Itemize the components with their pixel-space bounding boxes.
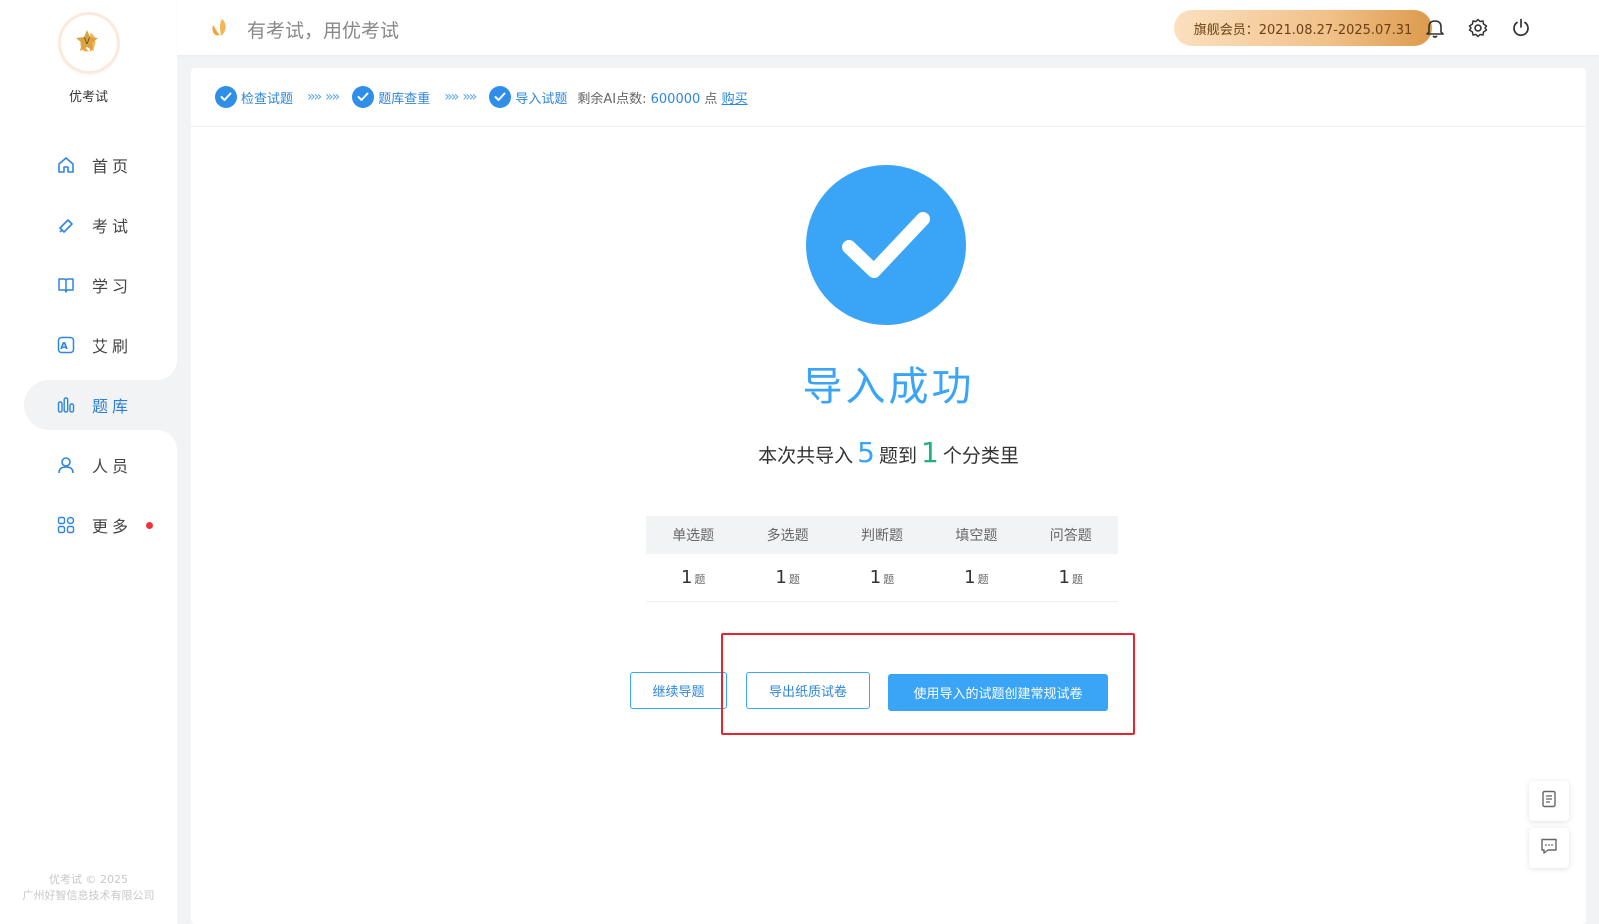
nav-label: 更多 (92, 517, 133, 536)
count-cell: 1题 (740, 554, 835, 602)
success-title: 导入成功 (802, 364, 975, 410)
brand-name: 优考试 (68, 90, 108, 105)
category-count: 1 (921, 436, 939, 469)
notes-tool-button[interactable] (1529, 781, 1569, 821)
letter-a-icon: A (56, 335, 76, 355)
nav-label: 艾刷 (92, 337, 133, 356)
nav-item-people[interactable]: 人员 (0, 440, 177, 490)
check-icon (489, 86, 512, 108)
success-check-icon (806, 165, 966, 325)
col-fill-blank: 填空题 (929, 516, 1024, 554)
sidebar: V 优考试 首页 考试 学习 A 艾刷 题库 人员 更多 优考试 © 2025 … (0, 0, 177, 924)
check-icon (215, 86, 237, 108)
membership-badge[interactable]: 旗舰会员：2021.08.27-2025.07.31 (1174, 10, 1432, 46)
header-slogan: 有考试，用优考试 (247, 20, 400, 42)
side-nav: 首页 考试 学习 A 艾刷 题库 人员 更多 (0, 140, 177, 560)
home-icon (56, 155, 76, 175)
col-true-false: 判断题 (834, 516, 930, 554)
nav-label: 学习 (92, 277, 133, 296)
nav-label: 人员 (92, 457, 133, 476)
notification-dot (146, 521, 154, 529)
continue-import-button[interactable]: 继续导题 (630, 672, 727, 709)
nav-label: 题库 (92, 397, 133, 416)
count-cell: 1题 (1023, 554, 1118, 602)
book-icon (56, 275, 76, 295)
ai-points: 剩余AI点数: 600000 点 购买 (577, 91, 748, 107)
user-icon (56, 455, 76, 475)
top-header: 有考试，用优考试 旗舰会员：2021.08.27-2025.07.31 (177, 0, 1599, 55)
tag-icon (56, 215, 76, 235)
count-cell: 1题 (646, 554, 741, 602)
question-count: 5 (857, 436, 875, 469)
document-icon (1541, 790, 1557, 812)
col-essay: 问答题 (1023, 516, 1118, 554)
bars-icon (56, 395, 76, 415)
nav-item-exam[interactable]: 考试 (0, 200, 177, 250)
leaf-logo-icon (209, 17, 233, 43)
chat-tool-button[interactable] (1529, 828, 1569, 868)
step-dedupe[interactable]: 题库查重 (352, 86, 430, 108)
brand-logo[interactable]: V (61, 15, 117, 71)
svg-text:V: V (84, 37, 91, 47)
chevrons-icon: »» »» (307, 89, 340, 105)
step-check-questions[interactable]: 检查试题 (215, 86, 293, 108)
power-icon[interactable] (1510, 17, 1532, 39)
import-result-card: 检查试题 »» »» 题库查重 »» »» 导入试题 剩余AI点数: 60000… (191, 68, 1586, 924)
vip-badge-icon: V (76, 30, 98, 51)
svg-text:A: A (60, 341, 72, 352)
bell-icon[interactable] (1424, 17, 1446, 39)
nav-item-more[interactable]: 更多 (0, 500, 177, 550)
table-header-row: 单选题 多选题 判断题 填空题 问答题 (646, 516, 1118, 554)
col-multiple-choice: 多选题 (740, 516, 835, 554)
check-icon (352, 86, 375, 108)
chat-icon (1540, 837, 1558, 859)
question-type-table: 单选题 多选题 判断题 填空题 问答题 1题 1题 1题 1题 1题 (646, 516, 1118, 602)
col-single-choice: 单选题 (646, 516, 741, 554)
count-cell: 1题 (834, 554, 930, 602)
copyright: 优考试 © 2025 广州好智信息技术有限公司 (22, 873, 155, 902)
nav-item-home[interactable]: 首页 (0, 140, 177, 190)
table-row: 1题 1题 1题 1题 1题 (646, 554, 1118, 602)
step-import[interactable]: 导入试题 (489, 86, 567, 108)
buy-link[interactable]: 购买 (722, 92, 748, 107)
nav-item-study[interactable]: 学习 (0, 260, 177, 310)
annotation-highlight-box (721, 633, 1135, 735)
chevrons-icon: »» »» (444, 89, 477, 105)
nav-item-question-bank[interactable]: 题库 (24, 360, 177, 450)
nav-label: 考试 (92, 217, 133, 236)
grid-icon (56, 515, 76, 535)
nav-item-aishua[interactable]: A 艾刷 (0, 320, 177, 370)
import-summary: 本次共导入 5 题到 1 个分类里 (758, 436, 1019, 469)
nav-label: 首页 (92, 157, 133, 176)
gear-icon[interactable] (1467, 17, 1489, 39)
import-steps: 检查试题 »» »» 题库查重 »» »» 导入试题 剩余AI点数: 60000… (191, 68, 1586, 127)
count-cell: 1题 (929, 554, 1024, 602)
